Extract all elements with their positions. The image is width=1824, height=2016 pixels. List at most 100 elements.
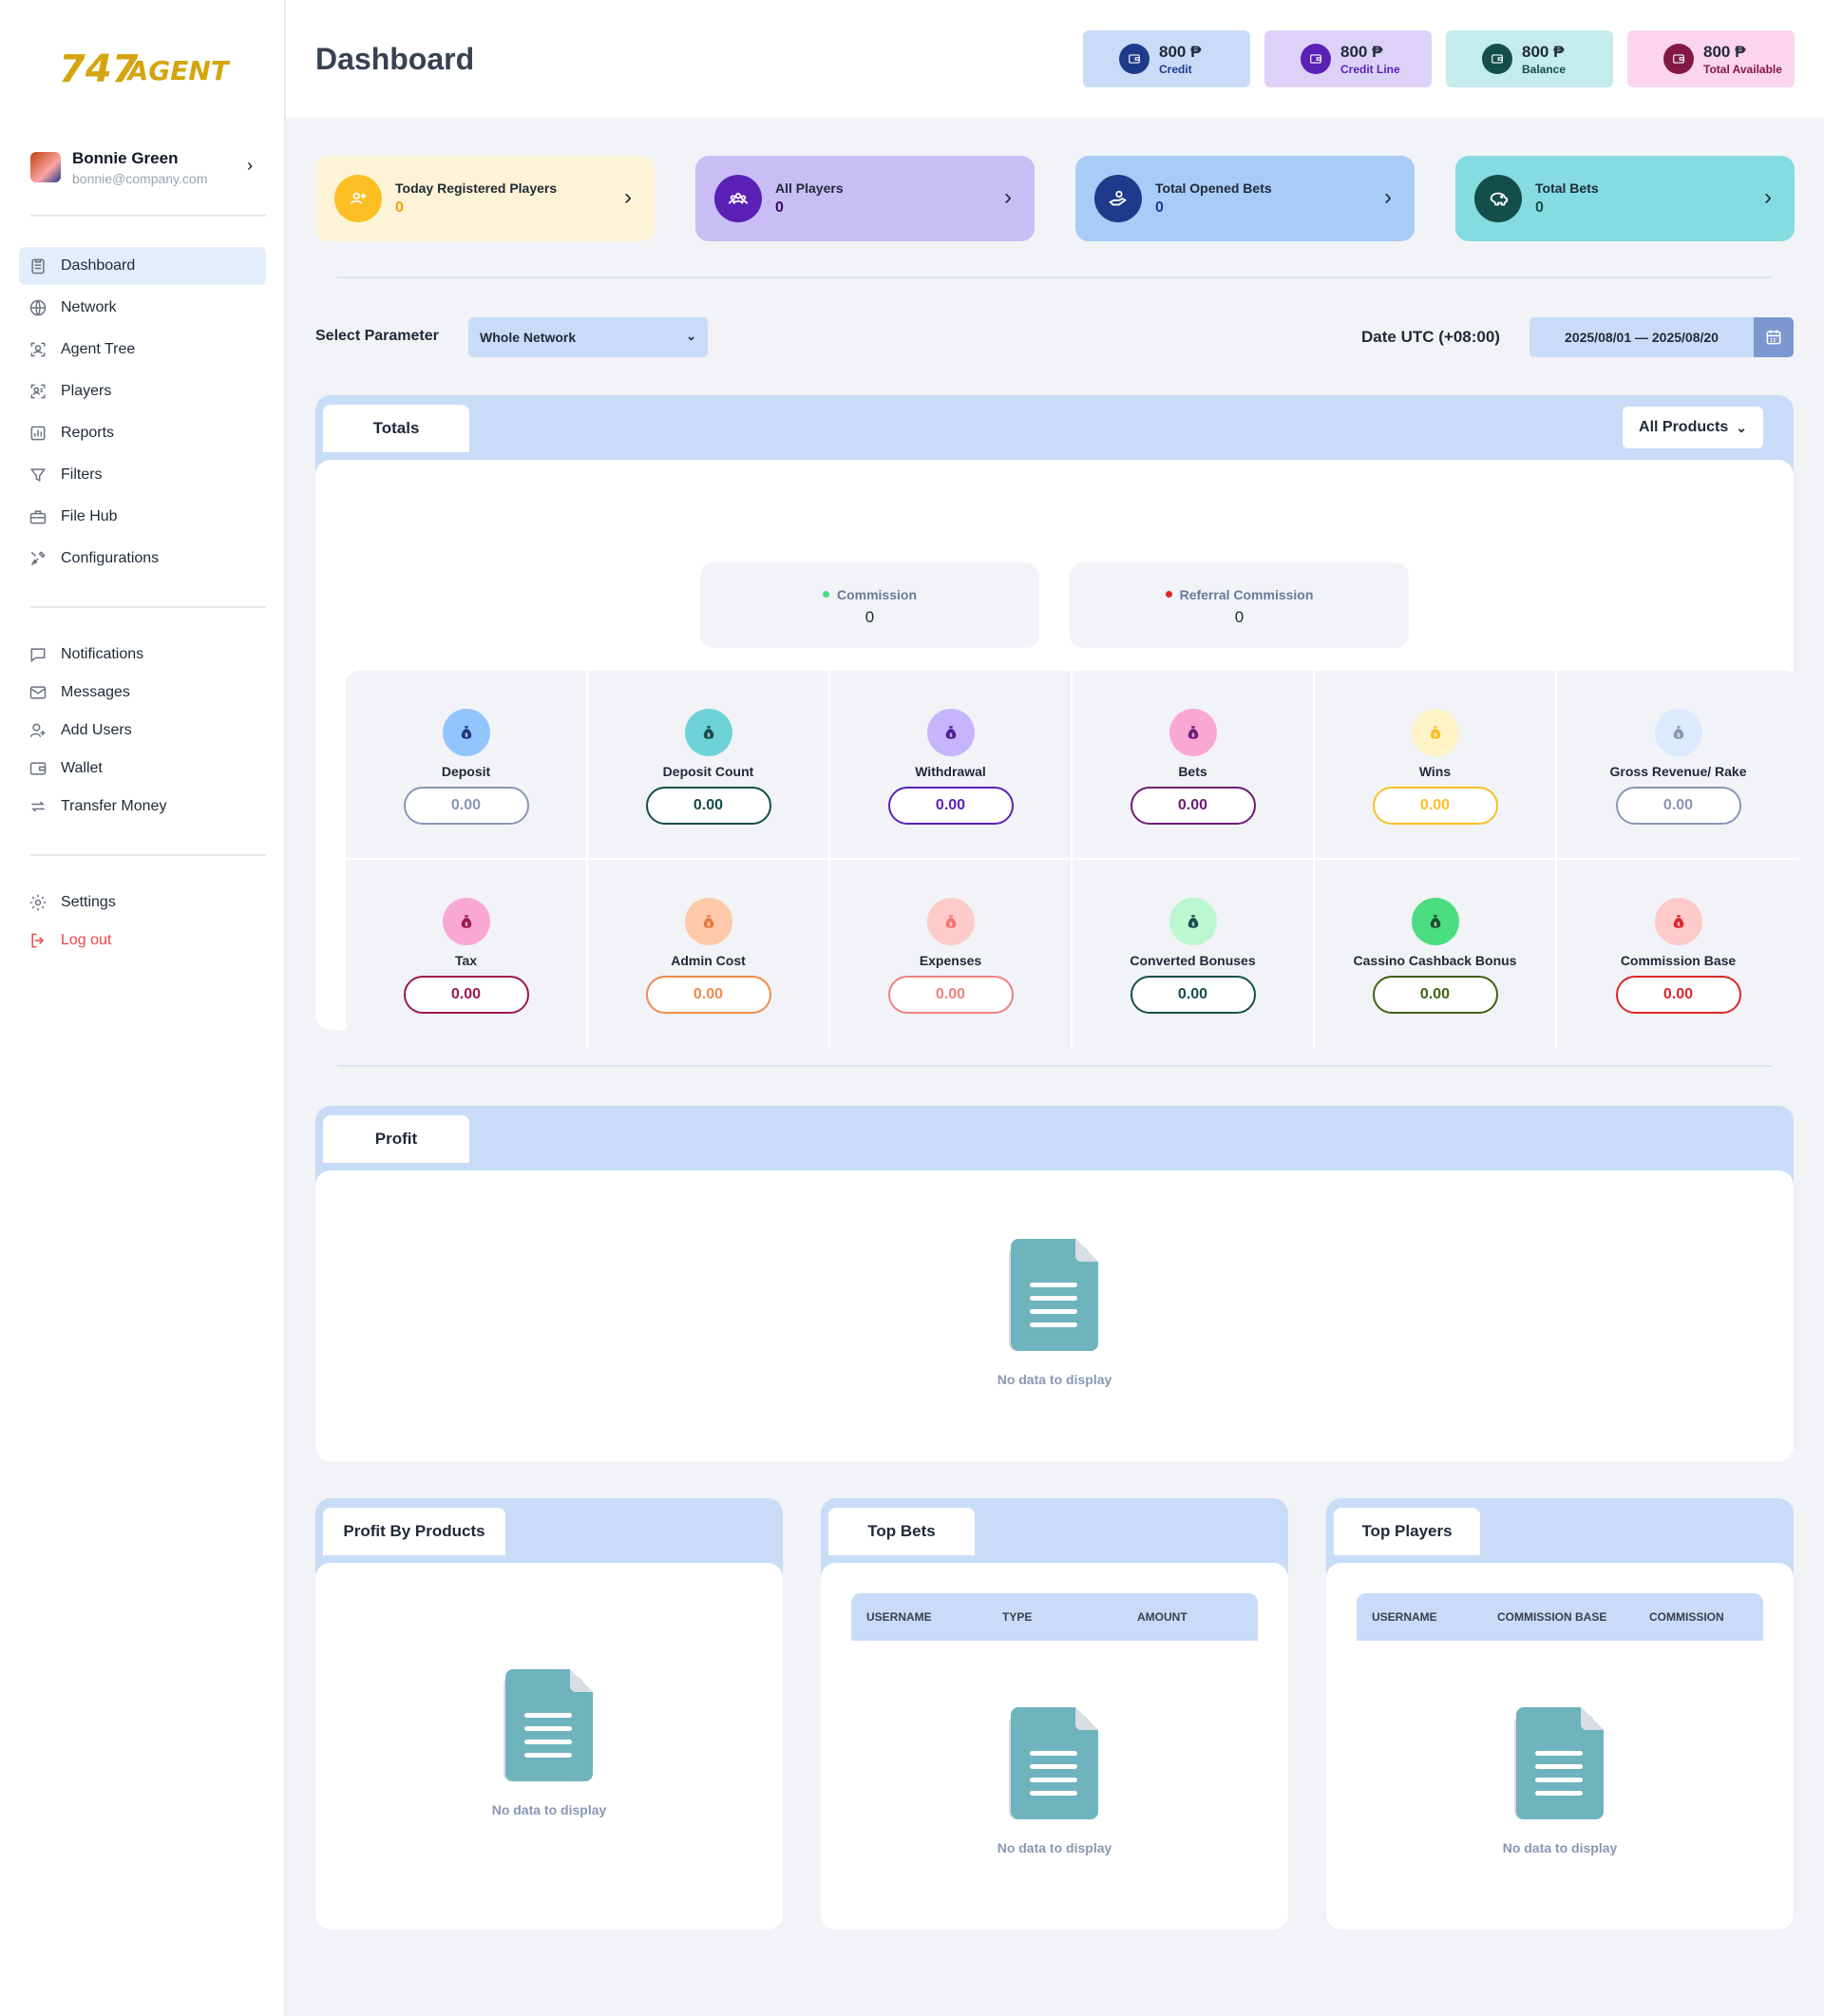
calendar-icon: [1766, 330, 1781, 345]
nav-item-agent-tree[interactable]: Agent Tree: [19, 331, 266, 369]
date-range-input[interactable]: 2025/08/01 — 2025/08/20: [1530, 317, 1754, 357]
wallet-credit[interactable]: 800 ₱ Credit: [1083, 30, 1250, 87]
nav-item-label: Log out: [61, 932, 112, 948]
main-nav: Dashboard Network Agent Tree Players Rep…: [19, 247, 266, 581]
nav-item-logout[interactable]: Log out: [19, 923, 266, 958]
user-profile[interactable]: Bonnie Green bonnie@company.com ›: [30, 148, 258, 186]
calendar-button[interactable]: [1754, 317, 1794, 357]
commission-label: Commission: [836, 587, 917, 602]
svg-text:$: $: [949, 733, 952, 739]
nav-item-label: Transfer Money: [61, 798, 167, 814]
total-item-value: 0.00: [1615, 976, 1741, 1014]
nav-item-messages[interactable]: Messages: [19, 675, 266, 710]
column-header-type[interactable]: TYPE: [1002, 1610, 1032, 1624]
wallet-balance[interactable]: 800 ₱ Balance: [1446, 30, 1613, 87]
wallet-label: Credit Line: [1340, 62, 1400, 76]
nav-item-add-users[interactable]: Add Users: [19, 713, 266, 748]
total-item-deposit-count: $ Deposit Count 0.00: [588, 671, 830, 860]
tab-profit[interactable]: Profit: [323, 1115, 469, 1163]
stat-title: All Players: [775, 181, 844, 196]
total-item-label: Tax: [454, 953, 478, 968]
svg-text:$: $: [1677, 733, 1680, 739]
total-item-value: 0.00: [1372, 787, 1498, 825]
wallet-credit-line[interactable]: 800 ₱ Credit Line: [1264, 30, 1432, 87]
all-products-label: All Products: [1639, 419, 1729, 435]
all-products-dropdown[interactable]: All Products ⌄: [1623, 407, 1763, 448]
column-header-commission-base[interactable]: COMMISSION BASE: [1497, 1610, 1606, 1624]
user-plus-icon: [28, 721, 48, 740]
total-item-value: 0.00: [887, 787, 1014, 825]
nav-item-reports[interactable]: Reports: [19, 414, 266, 452]
piggy-bank-icon: [1474, 175, 1522, 222]
column-header-amount[interactable]: AMOUNT: [1137, 1610, 1188, 1624]
globe-icon: [28, 298, 48, 317]
total-item-wins: $ Wins 0.00: [1315, 671, 1557, 860]
column-header-username[interactable]: USERNAME: [866, 1610, 932, 1624]
column-header-commission[interactable]: COMMISSION: [1649, 1610, 1724, 1624]
wallet-total-available[interactable]: 800 ₱ Total Available: [1627, 30, 1795, 87]
total-item-converted-bonuses: $ Converted Bonuses 0.00: [1073, 860, 1315, 1049]
money-bag-icon: $: [1654, 709, 1702, 756]
empty-message: No data to display: [1502, 1840, 1618, 1855]
brand-logo[interactable]: 747 .AGENT: [59, 40, 231, 93]
stat-title: Today Registered Players: [395, 181, 558, 196]
avatar: [30, 152, 61, 182]
tab-profit-by-products[interactable]: Profit By Products: [323, 1508, 505, 1555]
nav-item-filters[interactable]: Filters: [19, 456, 266, 494]
user-name: Bonnie Green: [72, 148, 179, 167]
tab-top-players[interactable]: Top Players: [1334, 1508, 1480, 1555]
divider: [337, 1065, 1772, 1067]
total-item-label: Gross Revenue/ Rake: [1609, 764, 1747, 779]
svg-text:$: $: [1434, 922, 1436, 928]
total-item-value: 0.00: [1130, 787, 1256, 825]
total-item-label: Bets: [1178, 764, 1207, 779]
wallet-icon: [28, 759, 48, 778]
wallet-label: Total Available: [1703, 62, 1782, 76]
total-item-label: Admin Cost: [671, 953, 746, 968]
tab-top-bets[interactable]: Top Bets: [828, 1508, 975, 1555]
empty-message: No data to display: [997, 1840, 1112, 1855]
nav-item-players[interactable]: Players: [19, 372, 266, 410]
stat-today-registered-players[interactable]: Today Registered Players 0 ›: [315, 156, 655, 241]
chevron-right-icon[interactable]: ›: [1764, 184, 1772, 211]
nav-item-label: Configurations: [61, 550, 160, 566]
total-item-value: 0.00: [1372, 976, 1498, 1014]
divider: [30, 215, 266, 217]
chevron-right-icon[interactable]: ›: [1004, 184, 1012, 211]
user-email: bonnie@company.com: [72, 170, 208, 186]
column-header-username[interactable]: USERNAME: [1372, 1610, 1437, 1624]
nav-item-label: Filters: [61, 466, 103, 483]
stat-title: Total Opened Bets: [1155, 181, 1272, 196]
svg-text:$: $: [707, 922, 710, 928]
nav-item-settings[interactable]: Settings: [19, 885, 266, 920]
svg-text:$: $: [465, 922, 467, 928]
stat-total-opened-bets[interactable]: Total Opened Bets 0 ›: [1075, 156, 1415, 241]
total-item-label: Converted Bonuses: [1130, 953, 1256, 968]
profit-by-products-empty-state: No data to display: [315, 1563, 783, 1930]
chevron-right-icon[interactable]: ›: [624, 184, 632, 211]
money-bag-icon: $: [1654, 898, 1702, 945]
nav-item-label: Agent Tree: [61, 341, 136, 357]
parameter-select[interactable]: Whole Network ⌄: [468, 317, 708, 357]
chevron-right-icon[interactable]: ›: [1384, 184, 1392, 211]
nav-item-transfer-money[interactable]: Transfer Money: [19, 789, 266, 824]
nav-item-notifications[interactable]: Notifications: [19, 637, 266, 672]
stat-all-players[interactable]: All Players 0 ›: [695, 156, 1035, 241]
money-bag-icon: $: [684, 709, 732, 756]
svg-text:$: $: [1191, 922, 1194, 928]
wallet-amount: 800 ₱: [1340, 42, 1383, 61]
transfer-icon: [28, 797, 48, 816]
stat-total-bets[interactable]: Total Bets 0 ›: [1455, 156, 1795, 241]
status-dot: [1165, 590, 1172, 598]
chevron-right-icon[interactable]: ›: [247, 156, 253, 176]
user-add-icon: [334, 175, 382, 222]
nav-item-wallet[interactable]: Wallet: [19, 751, 266, 786]
profit-panel: Profit No data to display: [315, 1106, 1794, 1461]
nav-item-label: Wallet: [61, 760, 103, 776]
nav-item-network[interactable]: Network: [19, 289, 266, 327]
nav-item-dashboard[interactable]: Dashboard: [19, 247, 266, 285]
tab-totals[interactable]: Totals: [323, 405, 469, 452]
nav-item-file-hub[interactable]: File Hub: [19, 498, 266, 536]
nav-item-configurations[interactable]: Configurations: [19, 540, 266, 578]
wallet-amount: 800 ₱: [1703, 42, 1746, 61]
